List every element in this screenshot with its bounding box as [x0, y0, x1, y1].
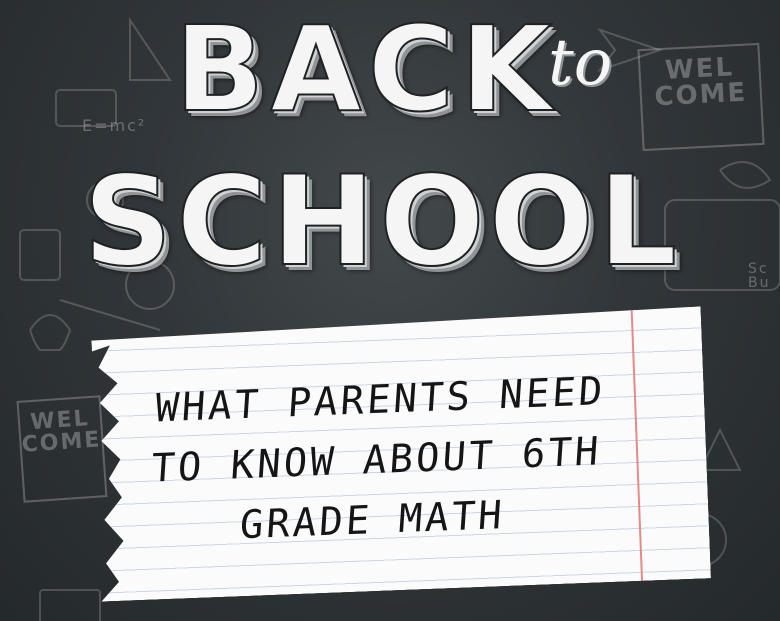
chalkboard-background: WEL COME WEL COME E=mc² Sc Bu BACK to SC…: [0, 0, 780, 621]
welcome-sign-left: WEL COME: [16, 395, 108, 503]
title-to: to: [548, 26, 613, 100]
notebook-doodle: [39, 589, 101, 621]
notebook-paper-note: WHAT PARENTS NEED TO KNOW ABOUT 6TH GRAD…: [91, 306, 711, 601]
pencil-doodle: [59, 299, 161, 331]
lightbulb-doodle: [29, 314, 72, 351]
title-school: SCHOOL: [82, 149, 681, 295]
title-back: BACK: [173, 0, 558, 139]
note-text: WHAT PARENTS NEED TO KNOW ABOUT 6TH GRAD…: [90, 360, 662, 562]
